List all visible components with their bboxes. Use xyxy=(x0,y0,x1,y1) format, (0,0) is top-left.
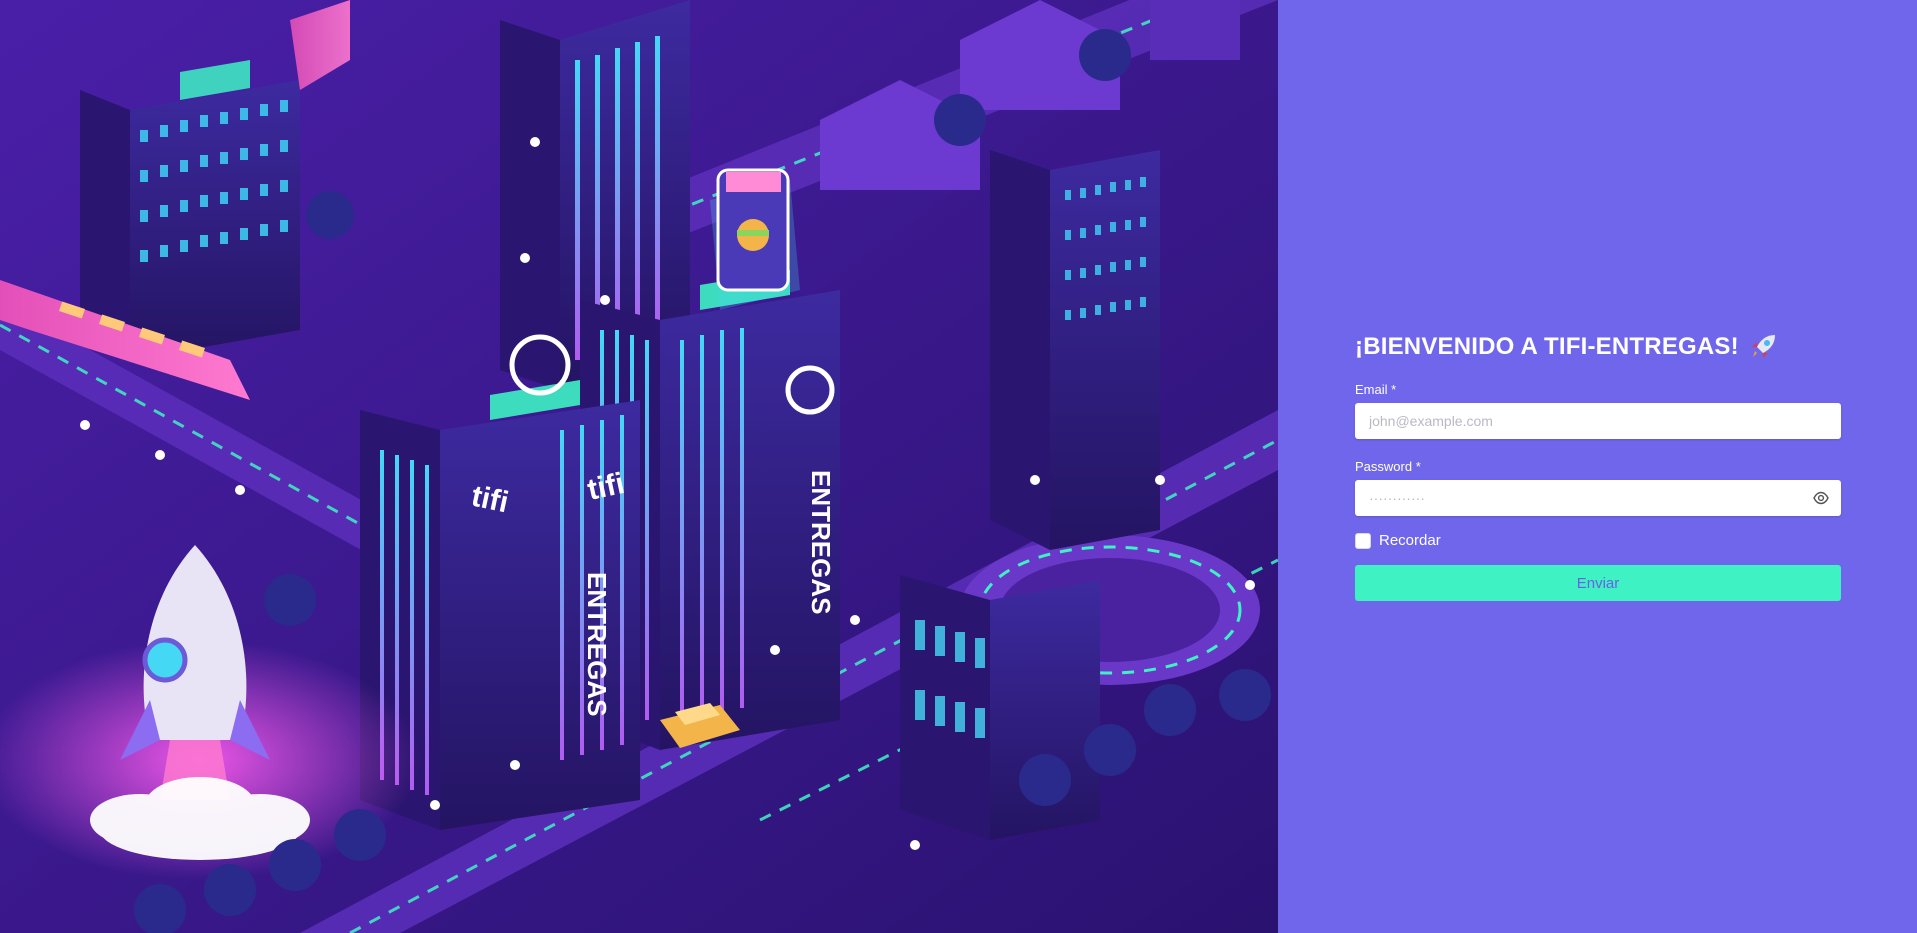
password-label: Password * xyxy=(1355,459,1421,474)
login-page: tifi tifi ENTREGAS ENTREGAS ¡BIENVENIDO … xyxy=(0,0,1917,933)
login-panel: ¡BIENVENIDO A TIFI-ENTREGAS! Email * Pas… xyxy=(1278,0,1917,933)
password-field[interactable] xyxy=(1355,480,1841,516)
welcome-title-text: ¡BIENVENIDO A TIFI-ENTREGAS! xyxy=(1355,333,1739,360)
city-illustration: tifi tifi ENTREGAS ENTREGAS xyxy=(0,0,1278,933)
welcome-title: ¡BIENVENIDO A TIFI-ENTREGAS! xyxy=(1355,330,1841,364)
hero-illustration: tifi tifi ENTREGAS ENTREGAS xyxy=(0,0,1278,933)
remember-label: Recordar xyxy=(1379,532,1441,549)
remember-row: Recordar xyxy=(1355,532,1841,549)
tower-text-entregas-2: ENTREGAS xyxy=(582,572,612,716)
rocket-icon xyxy=(1749,333,1777,361)
remember-checkbox[interactable] xyxy=(1355,532,1371,549)
email-field[interactable] xyxy=(1355,403,1841,439)
login-form: ¡BIENVENIDO A TIFI-ENTREGAS! Email * Pas… xyxy=(1355,330,1841,601)
password-field-wrapper xyxy=(1355,480,1841,516)
submit-button[interactable]: Enviar xyxy=(1355,565,1841,601)
email-field-wrapper xyxy=(1355,403,1841,439)
eye-icon[interactable] xyxy=(1813,491,1829,505)
email-label: Email * xyxy=(1355,382,1397,397)
tower-text-entregas-1: ENTREGAS xyxy=(806,470,836,614)
